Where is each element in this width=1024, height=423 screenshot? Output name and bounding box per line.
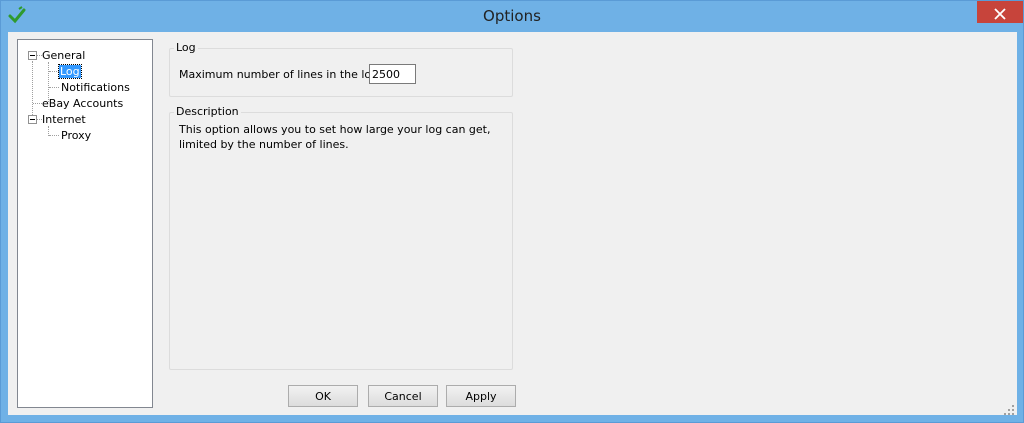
tree-item-internet[interactable]: Internet <box>42 112 86 127</box>
collapse-general-icon[interactable] <box>28 51 37 60</box>
tree-line <box>49 135 59 136</box>
title-bar[interactable]: Options <box>1 1 1023 31</box>
tree-item-label: Internet <box>42 113 86 126</box>
max-lines-input[interactable] <box>369 64 416 84</box>
close-button[interactable] <box>977 1 1023 23</box>
cancel-button[interactable]: Cancel <box>368 385 438 407</box>
apply-button[interactable]: Apply <box>446 385 516 407</box>
tree-item-ebay-accounts[interactable]: eBay Accounts <box>42 96 123 111</box>
collapse-internet-icon[interactable] <box>28 115 37 124</box>
tree-item-notifications[interactable]: Notifications <box>61 80 130 95</box>
max-lines-label: Maximum number of lines in the log: <box>179 68 382 81</box>
description-group-title: Description <box>174 105 241 118</box>
options-window: Options General Log Notifications eBay A… <box>0 0 1024 423</box>
log-group-title: Log <box>174 41 198 54</box>
tree-item-label: Log <box>58 64 82 79</box>
tree-line <box>33 103 42 104</box>
description-text: This option allows you to set how large … <box>179 123 491 151</box>
tree-item-label: General <box>42 49 86 62</box>
tree-item-label: eBay Accounts <box>42 97 124 110</box>
window-title: Options <box>483 7 541 25</box>
tree-item-label: Proxy <box>61 129 92 142</box>
ok-button[interactable]: OK <box>288 385 358 407</box>
tree-item-proxy[interactable]: Proxy <box>61 128 91 143</box>
tree-item-label: Notifications <box>61 81 130 94</box>
dialog-client-area: General Log Notifications eBay Accounts … <box>8 32 1017 415</box>
close-icon <box>977 8 1023 20</box>
tree-line <box>49 71 59 72</box>
options-tree[interactable]: General Log Notifications eBay Accounts … <box>17 39 153 408</box>
tree-item-general[interactable]: General <box>42 48 85 63</box>
tree-line <box>49 87 59 88</box>
tree-line <box>32 61 33 115</box>
tree-item-log[interactable]: Log <box>58 64 82 79</box>
resize-grip-icon[interactable] <box>1003 401 1015 415</box>
